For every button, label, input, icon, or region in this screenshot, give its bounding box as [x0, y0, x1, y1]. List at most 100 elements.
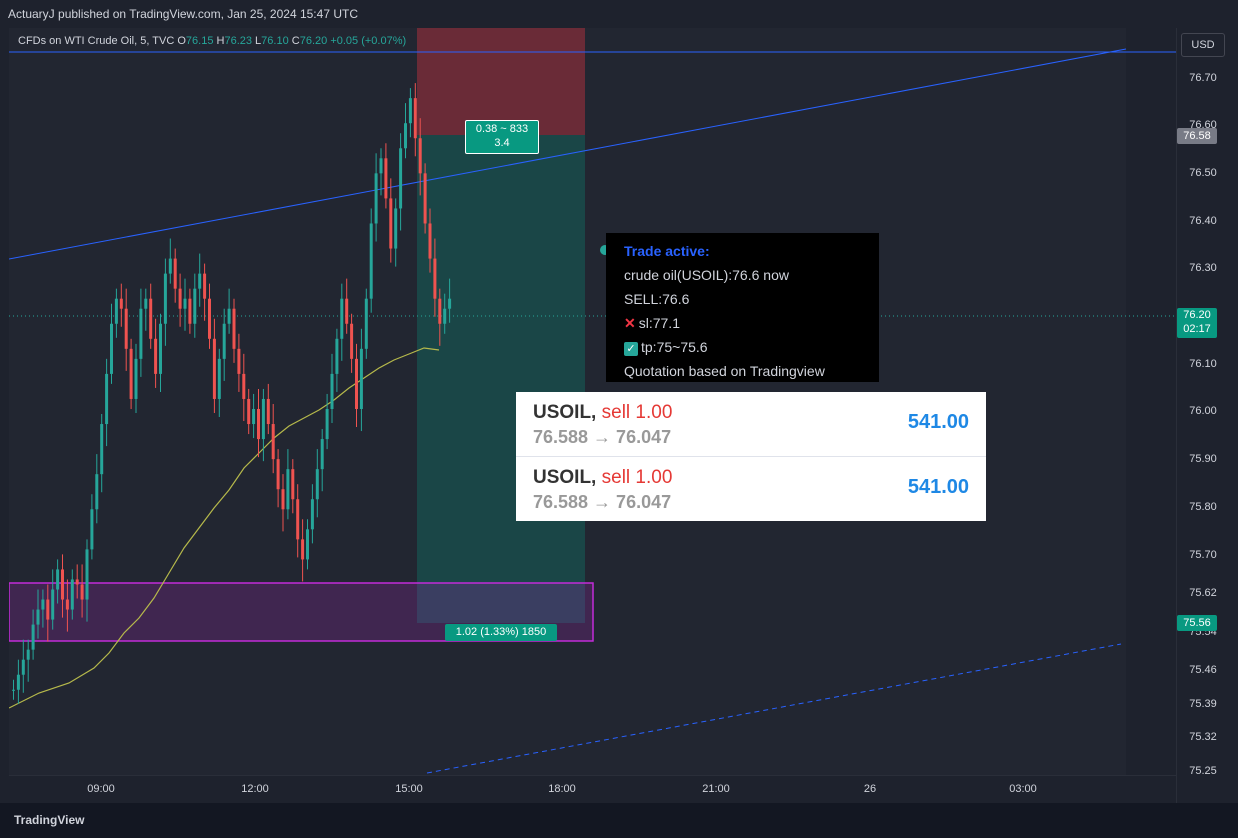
- open-label: O: [177, 35, 186, 47]
- symbol-name[interactable]: CFDs on WTI Crude Oil, 5, TVC: [18, 35, 174, 47]
- candle-body: [433, 258, 437, 299]
- candle-body: [291, 469, 295, 500]
- candle-body: [163, 273, 167, 324]
- time-tick: 21:00: [702, 783, 730, 795]
- candle-body: [418, 138, 422, 174]
- candle-body: [90, 509, 94, 550]
- price-tick: 75.90: [1189, 453, 1217, 465]
- candle-body: [379, 158, 383, 174]
- candle-body: [154, 338, 158, 374]
- candle-body: [183, 298, 187, 309]
- candle-body: [428, 223, 432, 259]
- candle-body: [404, 123, 407, 149]
- risk-reward-label[interactable]: 0.38 ~ 833 3.4: [465, 120, 539, 154]
- candle-body: [95, 474, 99, 510]
- publisher-text: ActuaryJ published on TradingView.com, J…: [8, 7, 358, 21]
- candle-body: [408, 98, 412, 124]
- candle-body: [212, 338, 216, 399]
- time-tick: 26: [863, 783, 877, 795]
- price-tick: 75.70: [1189, 549, 1217, 561]
- price-tick: 75.46: [1189, 664, 1217, 676]
- candle-body: [144, 298, 148, 309]
- trade-info-box: Trade active: crude oil(USOIL):76.6 now …: [606, 233, 879, 382]
- candle-body: [149, 298, 153, 339]
- candle-body: [310, 499, 314, 530]
- close-label: C: [291, 35, 300, 47]
- low-value: 76.10: [261, 35, 289, 47]
- orders-panel: USOIL, sell 1.00 76.588 → 76.047 541.00 …: [516, 392, 986, 521]
- target-price-badge: 75.56: [1177, 615, 1217, 631]
- candle-body: [271, 424, 275, 460]
- candle-body: [335, 338, 339, 374]
- candle-body: [355, 358, 358, 409]
- currency-button[interactable]: USD: [1181, 33, 1225, 57]
- candle-body: [203, 273, 207, 299]
- time-tick: 12:00: [241, 783, 269, 795]
- order-row[interactable]: USOIL, sell 1.00 76.588 → 76.047 541.00: [516, 456, 986, 521]
- symbol-legend[interactable]: CFDs on WTI Crude Oil, 5, TVC O76.15 H76…: [18, 35, 406, 47]
- current-price: 76.20: [1183, 309, 1211, 321]
- order-profit: 541.00: [907, 476, 969, 498]
- candle-body: [261, 398, 265, 440]
- candle-body: [208, 298, 211, 339]
- candle-body: [413, 98, 417, 139]
- bar-countdown: 02:17: [1183, 323, 1211, 335]
- candle-body: [198, 273, 202, 289]
- candle-body: [159, 323, 162, 374]
- open-value: 76.15: [185, 35, 214, 47]
- candle-body: [364, 298, 368, 349]
- order-row[interactable]: USOIL, sell 1.00 76.588 → 76.047 541.00: [516, 392, 986, 456]
- stop-price-badge: 76.58: [1177, 128, 1217, 144]
- candle-body: [129, 348, 133, 399]
- price-tick: 75.32: [1189, 731, 1217, 743]
- candle-body: [188, 298, 192, 324]
- risk-label-line2: 3.4: [494, 137, 510, 149]
- candle-body: [374, 173, 378, 224]
- candle-body: [193, 288, 197, 324]
- candle-body: [247, 398, 251, 425]
- candle-body: [80, 584, 84, 600]
- price-tick: 76.00: [1189, 405, 1217, 417]
- price-tick: 76.30: [1189, 262, 1217, 274]
- candle-body: [281, 489, 285, 510]
- time-axis[interactable]: 09:00 12:00 15:00 18:00 21:00 26 03:00: [9, 775, 1176, 804]
- candle-body: [85, 549, 89, 600]
- tradingview-logo[interactable]: TradingView: [14, 813, 84, 827]
- info-sl: sl:77.1: [638, 315, 680, 331]
- change-value: +0.05 (+0.07%): [330, 35, 407, 47]
- candle-body: [232, 308, 236, 349]
- candle-body: [320, 439, 324, 470]
- time-tick: 18:00: [548, 783, 576, 795]
- order-symbol: USOIL, sell 1.00: [533, 402, 673, 423]
- info-tp-row: ✓ tp:75~75.6: [624, 339, 708, 356]
- order-prices: 76.588 → 76.047: [533, 427, 672, 447]
- reward-label[interactable]: 1.02 (1.33%) 1850: [445, 624, 557, 641]
- candle-body: [173, 258, 177, 289]
- candle-body: [350, 323, 354, 359]
- current-price-badge: 76.20 02:17: [1177, 308, 1217, 338]
- candle-body: [286, 469, 290, 510]
- checkmark-icon: ✓: [624, 342, 638, 356]
- candle-body: [124, 308, 128, 349]
- candle-body: [41, 599, 45, 610]
- info-sl-row: ✕ sl:77.1: [624, 315, 680, 332]
- order-side: sell 1.00: [601, 402, 673, 423]
- candle-body: [119, 298, 123, 309]
- price-axis[interactable]: 76.70 76.60 76.50 76.40 76.30 76.10 76.0…: [1176, 28, 1229, 803]
- candle-body: [227, 308, 231, 324]
- candle-body: [359, 348, 363, 409]
- candle-body: [257, 408, 260, 440]
- candle-body: [423, 173, 427, 224]
- price-tick: 75.62: [1189, 587, 1217, 599]
- candle-body: [100, 424, 104, 475]
- candle-body: [36, 609, 40, 625]
- candle-body: [105, 373, 109, 425]
- info-title: Trade active:: [624, 243, 710, 259]
- time-tick: 15:00: [395, 783, 423, 795]
- candle-body: [134, 358, 138, 399]
- candle-body: [16, 674, 20, 690]
- candle-body: [369, 223, 373, 299]
- risk-zone: [417, 28, 585, 135]
- candle-body: [51, 589, 55, 620]
- candle-body: [168, 258, 172, 274]
